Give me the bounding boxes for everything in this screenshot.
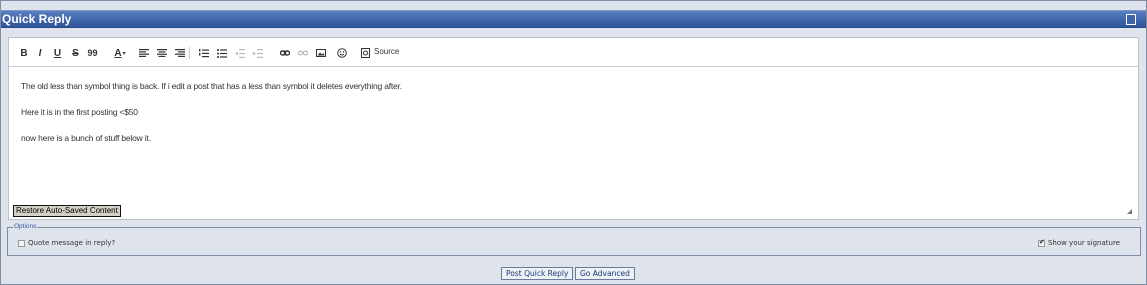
blockquote-button[interactable]: 99 — [86, 46, 99, 60]
show-signature-label: Show your signature — [1047, 239, 1120, 247]
strikethrough-button[interactable]: S — [71, 46, 80, 60]
show-signature-option[interactable]: Show your signature — [1037, 238, 1120, 247]
editor-line: Here it is in the first posting <$50 — [21, 107, 138, 117]
align-center-icon[interactable] — [156, 46, 167, 60]
show-signature-checkbox[interactable] — [1037, 238, 1045, 247]
panel-title: Quick Reply — [2, 12, 72, 26]
quote-message-option[interactable]: Quote message in reply? — [18, 239, 115, 247]
indent-icon — [252, 46, 263, 60]
chevron-down-icon: ▾ — [122, 50, 126, 57]
options-fieldset: Options Quote message in reply? Show you… — [7, 223, 1141, 256]
editor-toolbar: B I U S 99 A ▾ Source — [9, 38, 1138, 67]
source-icon[interactable] — [360, 46, 371, 60]
options-legend: Options — [13, 223, 38, 230]
quote-message-label: Quote message in reply? — [28, 239, 116, 247]
link-icon[interactable] — [279, 46, 290, 60]
align-right-icon[interactable] — [174, 46, 185, 60]
source-button[interactable]: Source — [374, 47, 399, 56]
font-color-button[interactable]: A ▾ — [111, 46, 129, 60]
align-left-icon[interactable] — [138, 46, 149, 60]
font-color-label: A — [114, 47, 122, 59]
editor-line: The old less than symbol thing is back. … — [21, 81, 402, 91]
panel-header: Quick Reply — [1, 10, 1146, 28]
underline-button[interactable]: U — [53, 46, 62, 60]
outdent-icon — [234, 46, 245, 60]
collapse-icon[interactable] — [1126, 14, 1136, 25]
quick-reply-panel: Quick Reply B I U S 99 A ▾ Source The ol… — [0, 0, 1147, 285]
image-icon[interactable] — [315, 46, 326, 60]
editor-line: now here is a bunch of stuff below it. — [21, 133, 151, 143]
bold-button[interactable]: B — [20, 46, 28, 60]
unlink-icon — [297, 46, 308, 60]
go-advanced-button[interactable]: Go Advanced — [575, 267, 635, 280]
form-actions: Post Quick Reply Go Advanced — [1, 267, 1147, 280]
italic-button[interactable]: I — [36, 46, 44, 60]
restore-autosave-button[interactable]: Restore Auto-Saved Content — [13, 205, 121, 217]
quote-message-checkbox[interactable] — [18, 239, 25, 247]
post-quick-reply-button[interactable]: Post Quick Reply — [501, 267, 574, 280]
smiley-icon[interactable] — [336, 46, 347, 60]
resize-handle-icon[interactable] — [1127, 209, 1132, 214]
bullet-list-icon[interactable] — [216, 46, 227, 60]
editor: B I U S 99 A ▾ Source The old less than … — [8, 37, 1139, 220]
toolbar-separator — [189, 47, 190, 59]
numbered-list-icon[interactable] — [198, 46, 209, 60]
